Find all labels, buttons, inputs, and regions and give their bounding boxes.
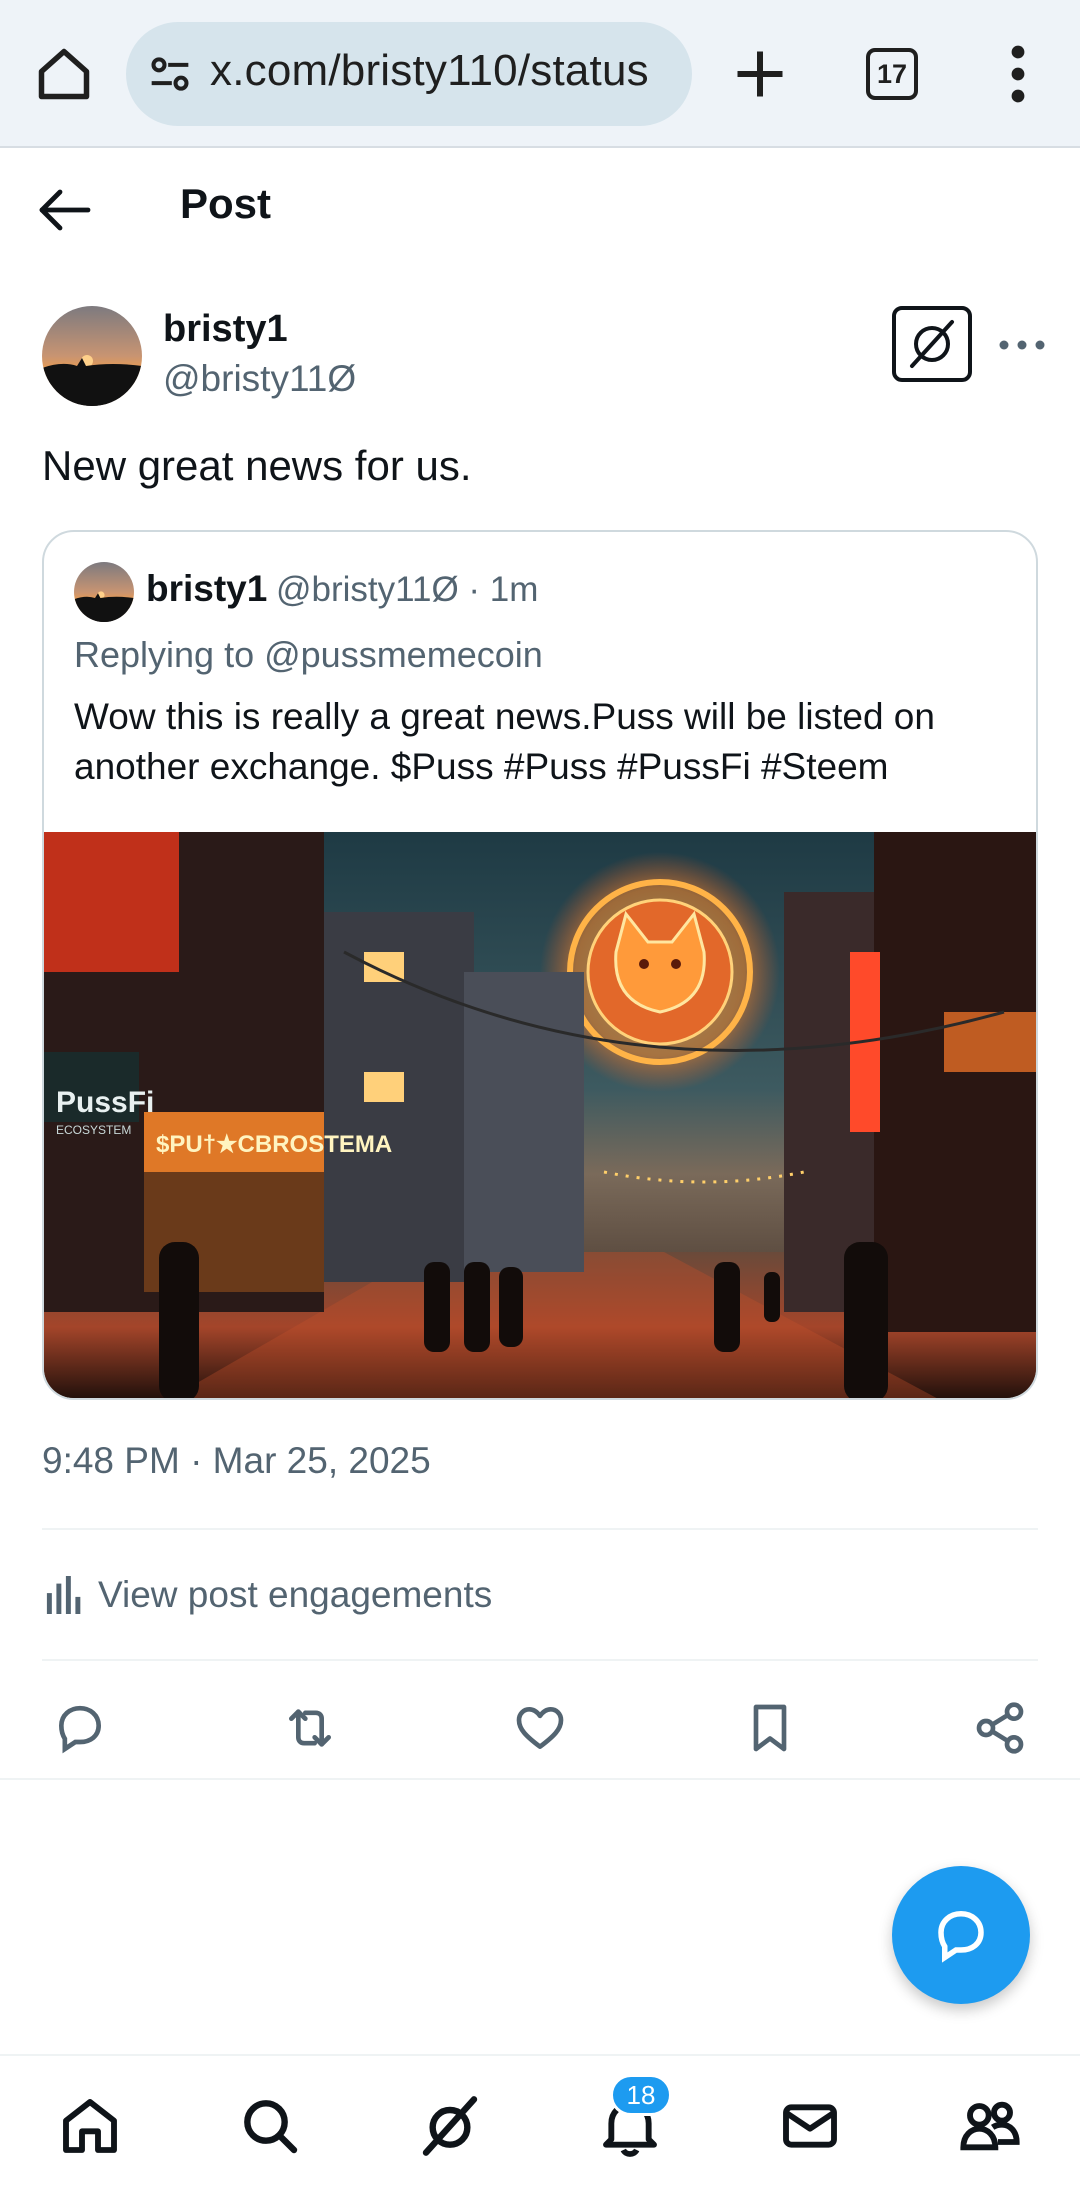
bottom-nav: 18 bbox=[0, 2054, 1080, 2186]
new-tab-icon[interactable] bbox=[730, 44, 790, 104]
communities-icon[interactable] bbox=[958, 2094, 1022, 2158]
reply-bubble-icon bbox=[938, 1910, 984, 1963]
more-options-icon[interactable] bbox=[996, 334, 1048, 356]
repost-icon[interactable] bbox=[282, 1700, 338, 1756]
browser-toolbar: x.com/bristy110/status 17 bbox=[0, 0, 1080, 148]
image-sign-ecosystem: ECOSYSTEM bbox=[56, 1123, 131, 1137]
search-icon[interactable] bbox=[238, 2094, 302, 2158]
post-header: Post bbox=[0, 150, 1080, 270]
tab-switcher-button[interactable]: 17 bbox=[866, 48, 918, 100]
quote-author-name: bristy1 bbox=[146, 568, 268, 609]
quote-image[interactable]: PussFi ECOSYSTEM $PU†★CBROSTEMA bbox=[44, 832, 1038, 1400]
messages-icon[interactable] bbox=[778, 2094, 842, 2158]
like-icon[interactable] bbox=[512, 1700, 568, 1756]
replying-to: Replying to @pussmemecoin bbox=[74, 634, 543, 675]
post-timestamp: 9:48 PM · Mar 25, 2025 bbox=[42, 1440, 431, 1481]
post-actions bbox=[0, 1680, 1080, 1780]
address-bar[interactable]: x.com/bristy110/status bbox=[126, 22, 692, 126]
engagements-label: View post engagements bbox=[98, 1574, 493, 1615]
kebab-menu-icon[interactable] bbox=[998, 44, 1038, 104]
back-arrow-icon[interactable] bbox=[36, 186, 92, 234]
divider bbox=[42, 1528, 1038, 1530]
share-icon[interactable] bbox=[972, 1700, 1028, 1756]
notification-badge: 18 bbox=[610, 2074, 672, 2116]
url-text[interactable]: x.com/bristy110/status bbox=[210, 46, 649, 96]
quote-text: Wow this is really a great news.Puss wil… bbox=[74, 696, 935, 787]
image-sign-shop: $PU†★CBROSTEMA bbox=[156, 1131, 392, 1158]
page-title: Post bbox=[180, 180, 272, 227]
author-handle[interactable]: @bristy11Ø bbox=[163, 358, 356, 400]
quote-meta: @bristy11Ø · 1m bbox=[276, 570, 539, 609]
quoted-post-card[interactable]: bristy1 @bristy11Ø · 1m Replying to @pus… bbox=[42, 530, 1038, 1400]
author-name[interactable]: bristy1 bbox=[163, 308, 288, 351]
grok-icon[interactable] bbox=[418, 2094, 482, 2158]
analytics-icon bbox=[46, 1576, 81, 1614]
grok-icon bbox=[910, 320, 954, 368]
compose-reply-button[interactable] bbox=[892, 1866, 1030, 2004]
avatar[interactable] bbox=[42, 306, 142, 406]
home-icon[interactable] bbox=[34, 44, 94, 104]
image-sign-pussfi: PussFi bbox=[56, 1086, 154, 1119]
quote-avatar bbox=[74, 562, 134, 622]
reply-icon[interactable] bbox=[52, 1700, 108, 1756]
post-text: New great news for us. bbox=[42, 442, 472, 489]
grok-button[interactable] bbox=[892, 306, 972, 382]
bookmark-icon[interactable] bbox=[742, 1700, 798, 1756]
divider bbox=[42, 1659, 1038, 1661]
site-settings-icon[interactable] bbox=[148, 52, 192, 96]
home-icon[interactable] bbox=[58, 2094, 122, 2158]
view-engagements-link[interactable]: View post engagements bbox=[42, 1560, 1038, 1630]
